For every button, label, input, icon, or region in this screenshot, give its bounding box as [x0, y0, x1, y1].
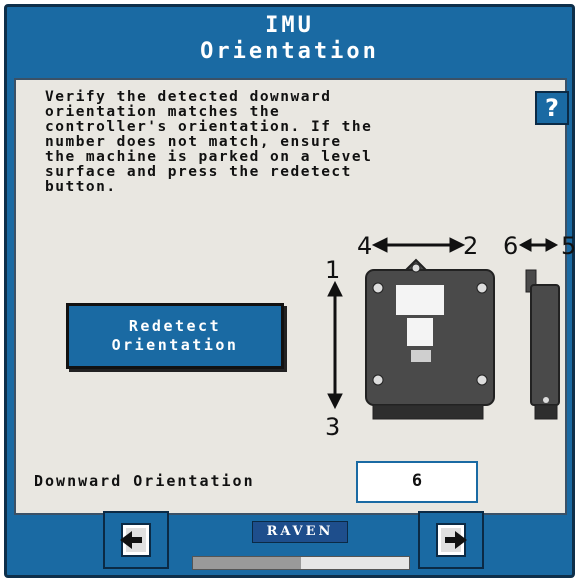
instructions-text: Verify the detected downward orientation…: [45, 89, 373, 195]
title-line-1: IMU: [265, 13, 314, 38]
title-line-2: Orientation: [200, 39, 379, 64]
controller-side-icon: [525, 269, 560, 420]
arrow-right-icon: [436, 523, 467, 557]
progress-bar: [192, 556, 410, 570]
help-button[interactable]: ?: [535, 91, 569, 125]
horizontal-arrow-icon: [371, 237, 466, 253]
raven-logo: RAVEN: [252, 521, 348, 543]
controller-front-icon: [365, 258, 495, 420]
next-button[interactable]: [418, 511, 484, 569]
downward-orientation-label: Downward Orientation: [34, 472, 255, 490]
controller-diagram-svg: [327, 237, 560, 420]
side-arrow-icon: [518, 238, 559, 252]
content-panel: Verify the detected downward orientation…: [14, 78, 576, 515]
back-button[interactable]: [103, 511, 169, 569]
imu-orientation-window: IMU Orientation Verify the detected down…: [4, 4, 576, 578]
vertical-arrow-icon: [327, 280, 343, 410]
arrow-left-icon: [120, 523, 151, 557]
page-title: IMU Orientation: [7, 13, 572, 65]
redetect-orientation-button[interactable]: Redetect Orientation: [66, 303, 284, 369]
progress-fill: [193, 557, 301, 569]
downward-orientation-value: 6: [356, 461, 478, 503]
